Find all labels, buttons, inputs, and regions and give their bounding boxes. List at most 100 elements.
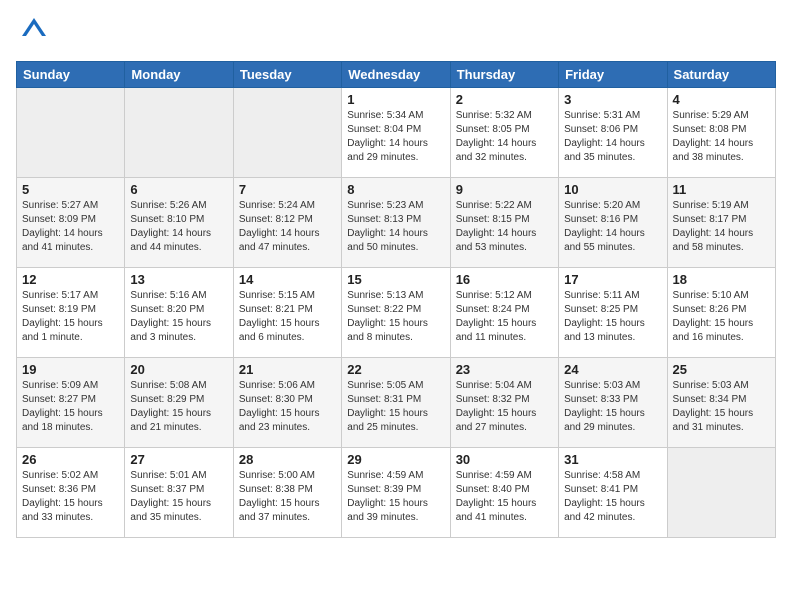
day-info: Sunrise: 5:05 AM Sunset: 8:31 PM Dayligh…	[347, 379, 444, 435]
day-info: Sunrise: 5:11 AM Sunset: 8:25 PM Dayligh…	[564, 289, 661, 345]
calendar-cell: 8Sunrise: 5:23 AM Sunset: 8:13 PM Daylig…	[342, 178, 450, 268]
day-number: 20	[130, 362, 227, 377]
day-info: Sunrise: 5:01 AM Sunset: 8:37 PM Dayligh…	[130, 469, 227, 525]
day-info: Sunrise: 5:09 AM Sunset: 8:27 PM Dayligh…	[22, 379, 119, 435]
day-number: 24	[564, 362, 661, 377]
day-header-saturday: Saturday	[667, 62, 775, 88]
day-number: 3	[564, 92, 661, 107]
calendar-cell: 18 Sunrise: 5:10 AM Sunset: 8:26 PM Dayli…	[667, 268, 775, 358]
day-header-sunday: Sunday	[17, 62, 125, 88]
day-info: Sunrise: 5:08 AM Sunset: 8:29 PM Dayligh…	[130, 379, 227, 435]
day-number: 31	[564, 452, 661, 467]
logo	[16, 16, 52, 49]
calendar-cell: 4 Sunrise: 5:29 AM Sunset: 8:08 PM Daylig…	[667, 88, 775, 178]
calendar-cell	[233, 88, 341, 178]
day-number: 7	[239, 182, 336, 197]
calendar-cell: 16 Sunrise: 5:12 AM Sunset: 8:24 PM Dayli…	[450, 268, 558, 358]
calendar-cell: 27 Sunrise: 5:01 AM Sunset: 8:37 PM Dayli…	[125, 448, 233, 538]
day-number: 30	[456, 452, 553, 467]
day-info: Sunrise: 5:17 AM Sunset: 8:19 PM Dayligh…	[22, 289, 119, 345]
day-number: 19	[22, 362, 119, 377]
day-number: 25	[673, 362, 770, 377]
day-number: 23	[456, 362, 553, 377]
calendar-cell: 21 Sunrise: 5:06 AM Sunset: 8:30 PM Dayli…	[233, 358, 341, 448]
calendar-cell: 26 Sunrise: 5:02 AM Sunset: 8:36 PM Dayli…	[17, 448, 125, 538]
calendar-cell: 28Sunrise: 5:00 AM Sunset: 8:38 PM Dayli…	[233, 448, 341, 538]
day-number: 4	[673, 92, 770, 107]
calendar-cell: 5Sunrise: 5:27 AM Sunset: 8:09 PM Daylig…	[17, 178, 125, 268]
day-info: Sunrise: 5:10 AM Sunset: 8:26 PM Dayligh…	[673, 289, 770, 345]
day-info: Sunrise: 5:27 AM Sunset: 8:09 PM Dayligh…	[22, 199, 119, 255]
calendar-cell	[667, 448, 775, 538]
day-info: Sunrise: 4:59 AM Sunset: 8:40 PM Dayligh…	[456, 469, 553, 525]
day-number: 13	[130, 272, 227, 287]
day-info: Sunrise: 5:13 AM Sunset: 8:22 PM Dayligh…	[347, 289, 444, 345]
day-info: Sunrise: 5:12 AM Sunset: 8:24 PM Dayligh…	[456, 289, 553, 345]
day-info: Sunrise: 5:00 AM Sunset: 8:38 PM Dayligh…	[239, 469, 336, 525]
calendar-cell: 31 Sunrise: 4:58 AM Sunset: 8:41 PM Dayli…	[559, 448, 667, 538]
calendar-week-1: 1 Sunrise: 5:34 AM Sunset: 8:04 PM Daylig…	[17, 88, 776, 178]
day-header-friday: Friday	[559, 62, 667, 88]
calendar-cell: 10 Sunrise: 5:20 AM Sunset: 8:16 PM Dayli…	[559, 178, 667, 268]
day-info: Sunrise: 5:03 AM Sunset: 8:33 PM Dayligh…	[564, 379, 661, 435]
day-info: Sunrise: 5:31 AM Sunset: 8:06 PM Dayligh…	[564, 109, 661, 165]
calendar-cell: 6Sunrise: 5:26 AM Sunset: 8:10 PM Daylig…	[125, 178, 233, 268]
day-info: Sunrise: 5:34 AM Sunset: 8:04 PM Dayligh…	[347, 109, 444, 165]
calendar-week-5: 26 Sunrise: 5:02 AM Sunset: 8:36 PM Dayli…	[17, 448, 776, 538]
calendar-cell: 30 Sunrise: 4:59 AM Sunset: 8:40 PM Dayli…	[450, 448, 558, 538]
calendar-cell: 20 Sunrise: 5:08 AM Sunset: 8:29 PM Dayli…	[125, 358, 233, 448]
calendar-cell: 3 Sunrise: 5:31 AM Sunset: 8:06 PM Daylig…	[559, 88, 667, 178]
day-number: 27	[130, 452, 227, 467]
day-number: 8	[347, 182, 444, 197]
day-info: Sunrise: 5:26 AM Sunset: 8:10 PM Dayligh…	[130, 199, 227, 255]
day-number: 12	[22, 272, 119, 287]
day-info: Sunrise: 5:06 AM Sunset: 8:30 PM Dayligh…	[239, 379, 336, 435]
calendar-cell: 15 Sunrise: 5:13 AM Sunset: 8:22 PM Dayli…	[342, 268, 450, 358]
logo-icon	[20, 16, 48, 44]
calendar-cell: 7 Sunrise: 5:24 AM Sunset: 8:12 PM Daylig…	[233, 178, 341, 268]
calendar-cell: 12 Sunrise: 5:17 AM Sunset: 8:19 PM Dayli…	[17, 268, 125, 358]
day-number: 15	[347, 272, 444, 287]
calendar-table: SundayMondayTuesdayWednesdayThursdayFrid…	[16, 61, 776, 538]
day-info: Sunrise: 5:02 AM Sunset: 8:36 PM Dayligh…	[22, 469, 119, 525]
day-number: 17	[564, 272, 661, 287]
day-number: 10	[564, 182, 661, 197]
calendar-cell: 25 Sunrise: 5:03 AM Sunset: 8:34 PM Dayli…	[667, 358, 775, 448]
calendar-cell: 13Sunrise: 5:16 AM Sunset: 8:20 PM Dayli…	[125, 268, 233, 358]
calendar-cell: 9Sunrise: 5:22 AM Sunset: 8:15 PM Daylig…	[450, 178, 558, 268]
day-number: 14	[239, 272, 336, 287]
day-number: 29	[347, 452, 444, 467]
day-number: 2	[456, 92, 553, 107]
day-number: 26	[22, 452, 119, 467]
day-info: Sunrise: 5:04 AM Sunset: 8:32 PM Dayligh…	[456, 379, 553, 435]
day-number: 21	[239, 362, 336, 377]
day-info: Sunrise: 5:29 AM Sunset: 8:08 PM Dayligh…	[673, 109, 770, 165]
calendar-cell: 22 Sunrise: 5:05 AM Sunset: 8:31 PM Dayli…	[342, 358, 450, 448]
day-header-tuesday: Tuesday	[233, 62, 341, 88]
calendar-cell: 11 Sunrise: 5:19 AM Sunset: 8:17 PM Dayli…	[667, 178, 775, 268]
day-number: 9	[456, 182, 553, 197]
day-info: Sunrise: 5:20 AM Sunset: 8:16 PM Dayligh…	[564, 199, 661, 255]
day-info: Sunrise: 4:59 AM Sunset: 8:39 PM Dayligh…	[347, 469, 444, 525]
day-number: 1	[347, 92, 444, 107]
calendar-week-4: 19 Sunrise: 5:09 AM Sunset: 8:27 PM Dayli…	[17, 358, 776, 448]
day-number: 22	[347, 362, 444, 377]
calendar-cell	[125, 88, 233, 178]
day-number: 16	[456, 272, 553, 287]
day-info: Sunrise: 5:19 AM Sunset: 8:17 PM Dayligh…	[673, 199, 770, 255]
day-info: Sunrise: 5:03 AM Sunset: 8:34 PM Dayligh…	[673, 379, 770, 435]
day-header-wednesday: Wednesday	[342, 62, 450, 88]
day-number: 18	[673, 272, 770, 287]
page-header	[16, 16, 776, 49]
day-header-monday: Monday	[125, 62, 233, 88]
day-info: Sunrise: 5:15 AM Sunset: 8:21 PM Dayligh…	[239, 289, 336, 345]
day-info: Sunrise: 5:24 AM Sunset: 8:12 PM Dayligh…	[239, 199, 336, 255]
calendar-cell	[17, 88, 125, 178]
calendar-cell: 29 Sunrise: 4:59 AM Sunset: 8:39 PM Dayli…	[342, 448, 450, 538]
calendar-cell: 17 Sunrise: 5:11 AM Sunset: 8:25 PM Dayli…	[559, 268, 667, 358]
day-number: 11	[673, 182, 770, 197]
day-info: Sunrise: 4:58 AM Sunset: 8:41 PM Dayligh…	[564, 469, 661, 525]
calendar-cell: 19 Sunrise: 5:09 AM Sunset: 8:27 PM Dayli…	[17, 358, 125, 448]
day-info: Sunrise: 5:32 AM Sunset: 8:05 PM Dayligh…	[456, 109, 553, 165]
calendar-cell: 14 Sunrise: 5:15 AM Sunset: 8:21 PM Dayli…	[233, 268, 341, 358]
